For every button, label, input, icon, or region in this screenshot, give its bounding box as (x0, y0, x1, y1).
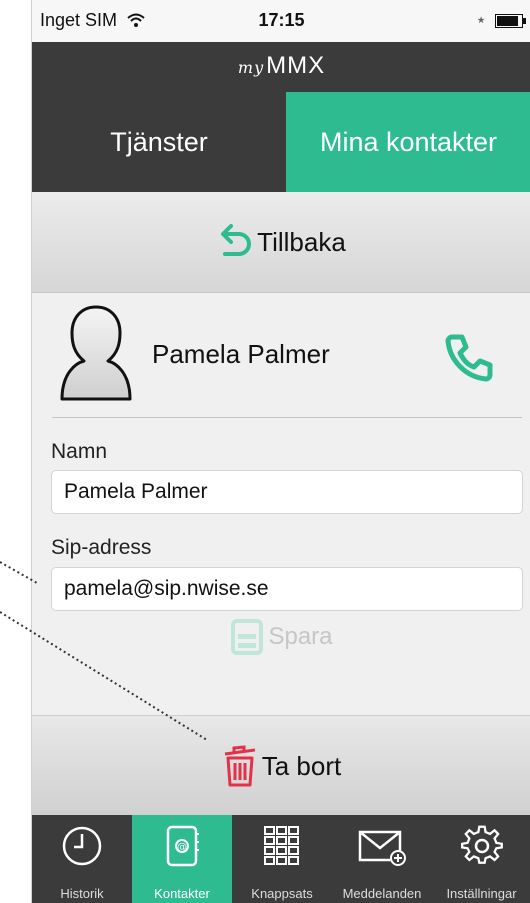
bluetooth-icon: ⋆ (475, 10, 487, 31)
gear-icon (460, 825, 503, 864)
save-icon (231, 619, 264, 655)
back-label: Tillbaka (257, 226, 346, 257)
tab-knappsats[interactable]: Knappsats (232, 815, 332, 903)
tab-historik[interactable]: Historik (32, 815, 132, 903)
name-field-value: Pamela Palmer (64, 480, 208, 503)
phone-screen: Inget SIM 17:15 ⋆ myMMX Tjänster Mina ko… (31, 0, 530, 903)
bottom-tab-bar: Historik @ Kontakter Knappsats Meddeland… (32, 815, 530, 903)
save-label: Spara (268, 623, 333, 650)
keypad-icon (264, 826, 299, 865)
clock-icon (62, 826, 102, 866)
divider (52, 417, 522, 418)
tab-meddelanden[interactable]: Meddelanden (332, 815, 432, 903)
app-header: myMMX (32, 42, 530, 92)
tab-installningar[interactable]: Inställningar (432, 815, 530, 903)
delete-label: Ta bort (261, 750, 342, 781)
clock-time: 17:15 (258, 10, 305, 30)
app-logo: myMMX (238, 52, 325, 80)
logo-prefix: my (237, 58, 265, 77)
name-field[interactable]: Pamela Palmer (51, 470, 523, 514)
back-arrow-icon (221, 224, 252, 256)
sip-field-value: pamela@sip.nwise.se (64, 577, 269, 600)
status-bar: Inget SIM 17:15 ⋆ (32, 0, 530, 42)
name-label: Namn (51, 440, 108, 463)
tab-tjanster[interactable]: Tjänster (32, 92, 286, 192)
back-button[interactable]: Tillbaka (32, 192, 530, 293)
battery-icon (495, 14, 526, 28)
svg-text:@: @ (177, 842, 187, 853)
sip-label: Sip-adress (51, 536, 152, 559)
call-phone-icon[interactable] (442, 331, 494, 383)
tab-knappsats-label: Knappsats (251, 886, 313, 901)
tab-kontakter-label: Kontakter (154, 886, 210, 901)
trash-icon (224, 745, 255, 787)
contact-name: Pamela Palmer (152, 339, 330, 369)
tab-historik-label: Historik (60, 886, 104, 901)
tab-mina-kontakter[interactable]: Mina kontakter (286, 92, 530, 192)
delete-button[interactable]: Ta bort (32, 715, 530, 816)
avatar-icon (60, 305, 132, 401)
top-tabs: Tjänster Mina kontakter (32, 92, 530, 192)
tab-meddelanden-label: Meddelanden (342, 886, 422, 901)
contact-header: Pamela Palmer (32, 293, 530, 418)
logo-main: MMX (266, 52, 326, 79)
sip-address-field[interactable]: pamela@sip.nwise.se (51, 567, 523, 611)
address-book-icon: @ (166, 825, 199, 867)
tab-installningar-label: Inställningar (446, 886, 517, 901)
save-button[interactable]: Spara (32, 612, 530, 662)
tab-kontakter[interactable]: @ Kontakter (132, 815, 232, 903)
envelope-icon (358, 830, 406, 866)
